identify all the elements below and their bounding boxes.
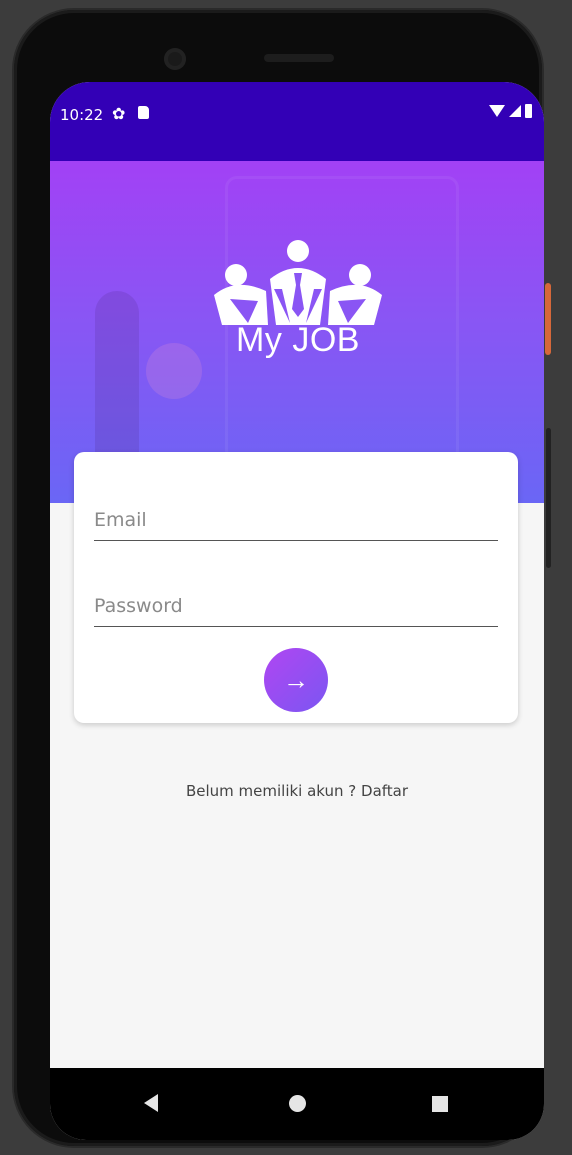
back-icon[interactable] (144, 1094, 158, 1112)
pie-chart-illustration (146, 343, 202, 399)
status-indicators (489, 104, 532, 118)
power-button (545, 283, 551, 355)
password-field-container (94, 586, 498, 627)
email-field-container (94, 500, 498, 541)
recents-icon[interactable] (432, 1096, 448, 1112)
signal-icon (509, 105, 521, 117)
volume-button (546, 428, 551, 568)
phone-frame: 10:22 ✿ My JOB Email → Belum memiliki ak… (14, 10, 544, 1146)
logo-people-icon (214, 240, 382, 325)
arrow-right-icon: → (283, 665, 309, 695)
sd-card-icon (138, 106, 149, 119)
password-field[interactable] (94, 586, 498, 626)
app-logo: My JOB (208, 239, 388, 374)
app-screen: 10:22 ✿ My JOB Email → Belum memiliki ak… (50, 82, 544, 1140)
email-field[interactable] (94, 500, 498, 540)
earpiece-speaker (264, 54, 334, 62)
login-card: → (74, 452, 518, 723)
gear-icon: ✿ (112, 104, 126, 123)
status-bar: 10:22 ✿ (50, 82, 544, 161)
logo-text: My JOB (236, 321, 360, 359)
wifi-icon (489, 105, 505, 117)
login-submit-button[interactable]: → (264, 648, 328, 712)
register-link[interactable]: Belum memiliki akun ? Daftar (50, 782, 544, 800)
status-time: 10:22 (60, 106, 104, 124)
battery-icon (525, 104, 532, 118)
front-camera (164, 48, 186, 70)
navigation-bar (50, 1068, 544, 1140)
home-icon[interactable] (289, 1095, 306, 1112)
